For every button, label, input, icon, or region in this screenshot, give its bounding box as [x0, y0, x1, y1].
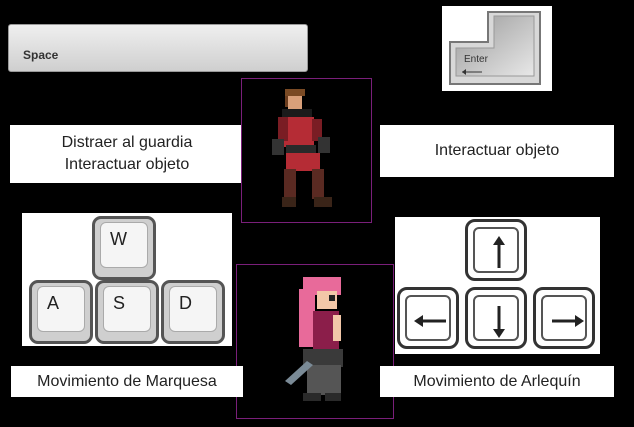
- arlequin-actions-panel: Interactuar objeto: [380, 125, 614, 177]
- key-a: A: [29, 280, 93, 344]
- wasd-panel: W A S D: [22, 213, 232, 346]
- key-d-label: D: [179, 293, 192, 313]
- key-right: [533, 287, 595, 349]
- key-d: D: [161, 280, 225, 344]
- key-left: [397, 287, 459, 349]
- key-s-label: S: [113, 293, 126, 313]
- key-w: W: [92, 216, 156, 280]
- arlequin-sprite: [272, 89, 332, 207]
- marquesa-movement-panel: Movimiento de Marquesa: [11, 366, 243, 397]
- key-up: [465, 219, 527, 281]
- marquesa-sprite: [285, 277, 343, 401]
- marquesa-actions-panel: Distraer al guardia Interactuar objeto: [10, 125, 244, 183]
- space-key-label: Space: [23, 48, 59, 62]
- arlequin-movement-panel: Movimiento de Arlequín: [380, 366, 614, 397]
- enter-key-label: Enter: [464, 54, 488, 65]
- arrow-up-icon: [493, 236, 505, 268]
- key-a-label: A: [47, 293, 60, 313]
- action-interact-object: Interactuar objeto: [64, 156, 190, 173]
- key-s: S: [95, 280, 159, 344]
- marquesa-character-frame: [236, 264, 394, 419]
- key-w-label: W: [110, 229, 127, 249]
- marquesa-movement-label: Movimiento de Marquesa: [37, 373, 217, 390]
- arrow-down-icon: [493, 306, 505, 338]
- enter-key: Enter: [448, 10, 544, 86]
- arlequin-movement-label: Movimiento de Arlequín: [413, 373, 581, 390]
- key-down: [465, 287, 527, 349]
- action-distract-guard: Distraer al guardia: [61, 134, 193, 151]
- arlequin-character-frame: [241, 78, 372, 223]
- enter-key-shape: [449, 11, 541, 85]
- arlequin-interact-object: Interactuar objeto: [434, 142, 560, 159]
- arrow-right-icon: [552, 315, 584, 327]
- space-key: Space: [8, 24, 308, 72]
- arrow-left-icon: [414, 315, 446, 327]
- arrow-keys-panel: [395, 217, 600, 354]
